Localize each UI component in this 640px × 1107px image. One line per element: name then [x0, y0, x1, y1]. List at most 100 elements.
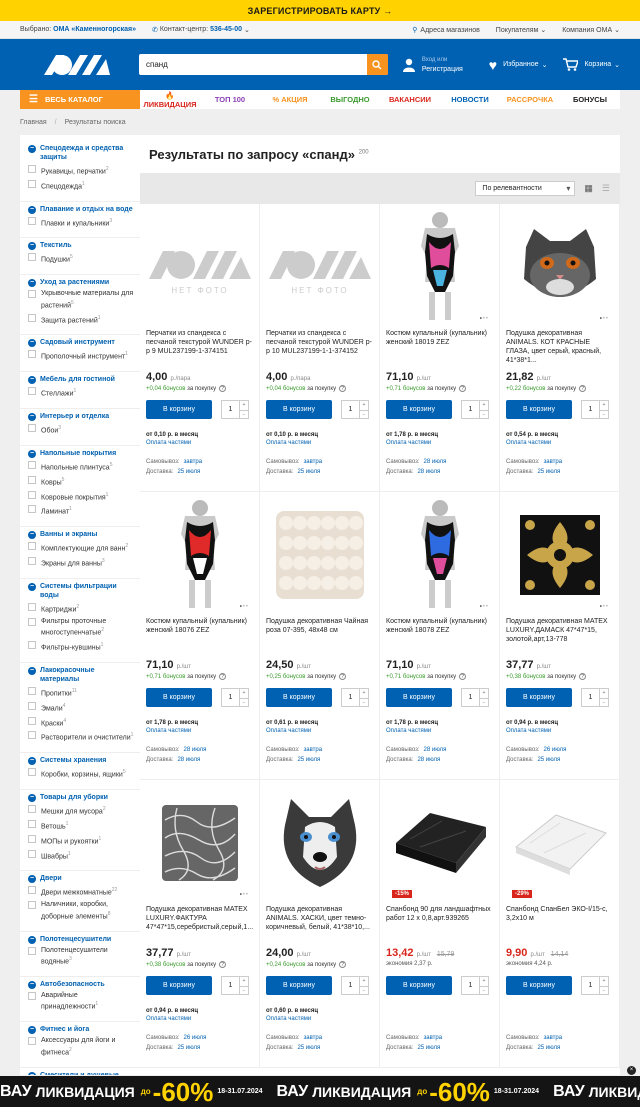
help-icon[interactable]: ?	[459, 385, 467, 392]
filter-option[interactable]: Краски4	[28, 716, 134, 729]
register-link[interactable]: Регистрация	[422, 65, 463, 75]
collapse-icon[interactable]: −	[28, 1071, 36, 1075]
product-image[interactable]: -15%	[386, 785, 493, 900]
filter-option[interactable]: Плавки и купальники3	[28, 216, 134, 229]
collapse-icon[interactable]: −	[28, 205, 36, 214]
nav-item-bonuses[interactable]: БОНУСЫ	[560, 95, 620, 104]
filter-checkbox[interactable]	[28, 179, 36, 188]
filter-checkbox[interactable]	[28, 490, 36, 499]
grid-view-icon[interactable]: ▦	[584, 183, 593, 194]
filter-option[interactable]: Мешки для мусора2	[28, 805, 134, 817]
carousel-dots[interactable]: •••	[480, 316, 489, 322]
filter-checkbox[interactable]	[28, 641, 36, 650]
collapse-icon[interactable]: −	[28, 582, 36, 591]
product-card[interactable]: ••• Костюм купальный (купальник) женский…	[380, 492, 500, 780]
quantity-input[interactable]: 1	[221, 400, 240, 419]
filter-group-header[interactable]: − Интерьер и отделка	[28, 412, 134, 422]
product-name[interactable]: Перчатки из спандекса с песчаной текстур…	[146, 329, 253, 369]
filter-option[interactable]: Обои3	[28, 424, 134, 436]
quantity-stepper[interactable]: + −	[240, 688, 249, 707]
product-image[interactable]: •••	[506, 209, 613, 324]
filter-option[interactable]: Защита растений1	[28, 313, 134, 326]
filter-checkbox[interactable]	[28, 731, 36, 740]
filter-checkbox[interactable]	[28, 768, 36, 777]
carousel-dots[interactable]: •••	[240, 892, 249, 898]
product-name[interactable]: Подушка декоративная MATEX LUXURY.ДАМАСК…	[506, 617, 613, 657]
filter-group-header[interactable]: − Напольные покрытия	[28, 449, 134, 458]
filter-option[interactable]: Эмали4	[28, 701, 134, 714]
filter-group-header[interactable]: − Текстиль	[28, 241, 134, 251]
collapse-icon[interactable]: −	[28, 449, 36, 458]
filter-checkbox[interactable]	[28, 505, 36, 514]
quantity-stepper[interactable]: + −	[360, 976, 369, 995]
product-image[interactable]: •••	[386, 209, 493, 324]
search-input[interactable]: спанд	[139, 54, 367, 75]
add-to-cart-button[interactable]: В корзину	[146, 400, 212, 419]
help-icon[interactable]: ?	[339, 961, 347, 968]
quantity-input[interactable]: 1	[221, 688, 240, 707]
quantity-stepper[interactable]: + −	[600, 976, 609, 995]
product-image[interactable]: -29%	[506, 785, 613, 900]
collapse-icon[interactable]: −	[28, 339, 36, 348]
quantity-stepper[interactable]: + −	[600, 400, 609, 419]
filter-checkbox[interactable]	[28, 253, 36, 262]
help-icon[interactable]: ?	[579, 385, 587, 392]
filter-checkbox[interactable]	[28, 313, 36, 322]
filter-group-header[interactable]: − Плавание и отдых на воде	[28, 205, 134, 214]
quantity-input[interactable]: 1	[341, 400, 360, 419]
filter-checkbox[interactable]	[28, 834, 36, 843]
product-name[interactable]: Костюм купальный (купальник) женский 180…	[386, 329, 493, 369]
filter-checkbox[interactable]	[28, 557, 36, 566]
quantity-input[interactable]: 1	[461, 400, 480, 419]
nav-item-top100[interactable]: ТОП 100	[200, 95, 260, 104]
filter-checkbox[interactable]	[28, 387, 36, 396]
filter-checkbox[interactable]	[28, 805, 36, 814]
product-card[interactable]: -15% Спанбонд 90 для ландшафтных работ 1…	[380, 780, 500, 1068]
filter-option[interactable]: Полотенцесушители водяные3	[28, 946, 134, 967]
filter-option[interactable]: Подушки5	[28, 253, 134, 265]
catalog-button[interactable]: ☰ ВЕСЬ КАТАЛОГ	[20, 90, 140, 109]
liquidation-banner[interactable]: ВАУ ЛИКВИДАЦИЯ до -60% 18-31.07.2024 ВАУ ЛИКВИ…	[0, 1076, 640, 1107]
collapse-icon[interactable]: −	[28, 666, 36, 675]
quantity-stepper[interactable]: + −	[240, 976, 249, 995]
breadcrumb-home[interactable]: Главная	[20, 119, 47, 126]
filter-option[interactable]: Аксессуары для йоги и фитнеса2	[28, 1037, 134, 1057]
filter-option[interactable]: Прополочный инструмент1	[28, 350, 134, 362]
collapse-icon[interactable]: −	[28, 531, 36, 540]
filter-option[interactable]: Наличники, коробки, доборные элементы8	[28, 901, 134, 921]
product-card[interactable]: Подушка декоративная Чайная роза 07-395,…	[260, 492, 380, 780]
filter-option[interactable]: Ковровые покрытия1	[28, 490, 134, 503]
filter-option[interactable]: Стеллажи1	[28, 387, 134, 399]
filter-group-header[interactable]: − Двери	[28, 874, 134, 884]
collapse-icon[interactable]: −	[28, 376, 36, 385]
product-card[interactable]: Подушка декоративная ANIMALS. ХАСКИ, цве…	[260, 780, 380, 1068]
product-name[interactable]: Спанбонд 90 для ландшафтных работ 12 х 0…	[386, 905, 493, 945]
add-to-cart-button[interactable]: В корзину	[386, 688, 452, 707]
register-card-link[interactable]: ЗАРЕГИСТРИРОВАТЬ КАРТУ →	[248, 6, 393, 16]
add-to-cart-button[interactable]: В корзину	[506, 400, 572, 419]
product-card[interactable]: ••• Подушка декоративная MATEX LUXURY.ФА…	[140, 780, 260, 1068]
help-icon[interactable]: ?	[219, 385, 227, 392]
filter-option[interactable]: Напольные плинтуса5	[28, 460, 134, 473]
filter-option[interactable]: Аварийные принадлежности1	[28, 991, 134, 1012]
login-link[interactable]: Вход или Регистрация	[402, 55, 463, 75]
store-addresses-link[interactable]: Адреса магазинов	[420, 27, 479, 34]
filter-checkbox[interactable]	[28, 701, 36, 710]
filter-checkbox[interactable]	[28, 901, 36, 910]
product-name[interactable]: Костюм купальный (купальник) женский 180…	[386, 617, 493, 657]
filter-checkbox[interactable]	[28, 686, 36, 695]
nav-item-promo[interactable]: % АКЦИЯ	[260, 95, 320, 104]
filter-group-header[interactable]: − Лакокрасочные материалы	[28, 666, 134, 684]
quantity-input[interactable]: 1	[341, 976, 360, 995]
help-icon[interactable]: ?	[459, 673, 467, 680]
collapse-icon[interactable]: −	[28, 875, 36, 884]
quantity-stepper[interactable]: + −	[360, 400, 369, 419]
filter-checkbox[interactable]	[28, 602, 36, 611]
quantity-stepper[interactable]: + −	[480, 976, 489, 995]
filter-option[interactable]: Коробки, корзины, ящики5	[28, 768, 134, 780]
quantity-input[interactable]: 1	[581, 688, 600, 707]
filter-option[interactable]: Картриджи2	[28, 602, 134, 615]
quantity-input[interactable]: 1	[461, 688, 480, 707]
collapse-icon[interactable]: −	[28, 279, 36, 288]
filter-option[interactable]: Фильтры проточные многоступенчатые2	[28, 617, 134, 638]
